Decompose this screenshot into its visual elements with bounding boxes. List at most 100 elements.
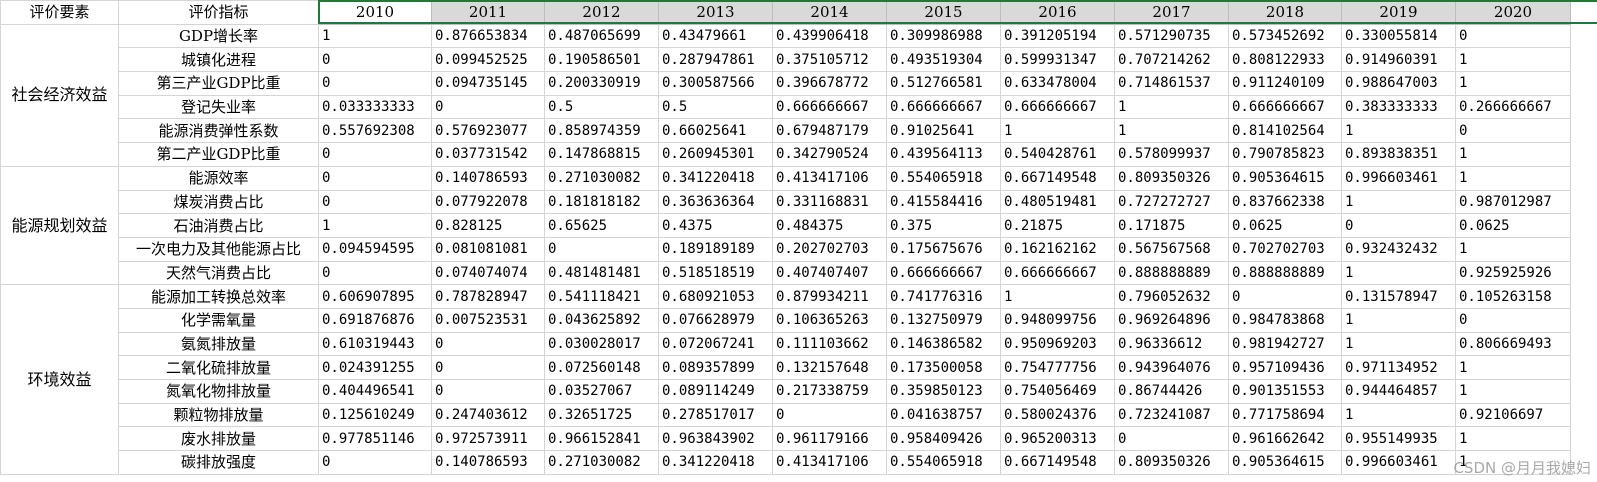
indicator-cell[interactable]: GDP增长率 <box>118 23 319 49</box>
value-cell[interactable]: 0.914960391 <box>1341 47 1456 73</box>
value-cell[interactable]: 0.972573911 <box>431 426 545 452</box>
value-cell[interactable]: 0.955149935 <box>1341 426 1456 452</box>
indicator-cell[interactable]: 石油消费占比 <box>118 213 319 238</box>
value-cell[interactable]: 1 <box>1114 118 1229 144</box>
value-cell[interactable]: 0.741776316 <box>886 284 1001 309</box>
value-cell[interactable]: 0.099452525 <box>431 47 545 73</box>
value-cell[interactable]: 1 <box>1455 355 1571 380</box>
header-year[interactable]: 2019 <box>1341 0 1456 25</box>
value-cell[interactable]: 0.787828947 <box>431 284 545 309</box>
value-cell[interactable]: 0.905364615 <box>1228 450 1342 475</box>
value-cell[interactable]: 1 <box>318 213 432 238</box>
value-cell[interactable]: 0.181818182 <box>544 189 659 215</box>
value-cell[interactable]: 0.809350326 <box>1114 450 1229 475</box>
value-cell[interactable]: 0.680921053 <box>658 284 773 309</box>
value-cell[interactable]: 0.707214262 <box>1114 47 1229 73</box>
value-cell[interactable]: 1 <box>1000 284 1115 309</box>
value-cell[interactable]: 0.439564113 <box>886 142 1001 167</box>
value-cell[interactable]: 0.106365263 <box>772 307 887 333</box>
value-cell[interactable]: 0.105263158 <box>1455 284 1571 309</box>
value-cell[interactable]: 0.837662338 <box>1228 189 1342 215</box>
value-cell[interactable]: 0 <box>1114 426 1229 452</box>
value-cell[interactable]: 0.996603461 <box>1341 165 1456 191</box>
value-cell[interactable]: 0.415584416 <box>886 189 1001 215</box>
value-cell[interactable]: 0.342790524 <box>772 142 887 167</box>
value-cell[interactable]: 0 <box>1455 23 1571 49</box>
value-cell[interactable]: 0 <box>1455 118 1571 144</box>
indicator-cell[interactable]: 天然气消费占比 <box>118 260 319 286</box>
value-cell[interactable]: 0.981942727 <box>1228 331 1342 357</box>
value-cell[interactable]: 0.754056469 <box>1000 379 1115 404</box>
value-cell[interactable]: 0.714861537 <box>1114 71 1229 96</box>
header-year[interactable]: 2012 <box>544 0 659 25</box>
value-cell[interactable]: 0.247403612 <box>431 402 545 428</box>
header-year[interactable]: 2017 <box>1114 0 1229 25</box>
value-cell[interactable]: 0.666666667 <box>772 94 887 120</box>
value-cell[interactable]: 0 <box>544 236 659 262</box>
indicator-cell[interactable]: 第三产业GDP比重 <box>118 71 319 96</box>
value-cell[interactable]: 0.667149548 <box>1000 450 1115 475</box>
header-factor[interactable]: 评价要素 <box>0 0 119 25</box>
value-cell[interactable]: 0 <box>772 402 887 428</box>
value-cell[interactable]: 0 <box>431 331 545 357</box>
value-cell[interactable]: 0.363636364 <box>658 189 773 215</box>
value-cell[interactable]: 0.965200313 <box>1000 426 1115 452</box>
value-cell[interactable]: 0.814102564 <box>1228 118 1342 144</box>
value-cell[interactable]: 0.888888889 <box>1228 260 1342 286</box>
value-cell[interactable]: 0.359850123 <box>886 379 1001 404</box>
value-cell[interactable]: 0.518518519 <box>658 260 773 286</box>
value-cell[interactable]: 0.132750979 <box>886 307 1001 333</box>
value-cell[interactable]: 0.094735145 <box>431 71 545 96</box>
indicator-cell[interactable]: 能源加工转换总效率 <box>118 284 319 309</box>
value-cell[interactable]: 0.413417106 <box>772 450 887 475</box>
value-cell[interactable]: 0 <box>1341 213 1456 238</box>
value-cell[interactable]: 0.407407407 <box>772 260 887 286</box>
value-cell[interactable]: 0.723241087 <box>1114 402 1229 428</box>
value-cell[interactable]: 0.404496541 <box>318 379 432 404</box>
value-cell[interactable]: 0.988647003 <box>1341 71 1456 96</box>
value-cell[interactable]: 0.484375 <box>772 213 887 238</box>
value-cell[interactable]: 0.300587566 <box>658 71 773 96</box>
value-cell[interactable]: 0.987012987 <box>1455 189 1571 215</box>
value-cell[interactable]: 0.828125 <box>431 213 545 238</box>
header-year[interactable]: 2015 <box>886 0 1001 25</box>
value-cell[interactable]: 1 <box>1341 260 1456 286</box>
value-cell[interactable]: 0.074074074 <box>431 260 545 286</box>
value-cell[interactable]: 0.911240109 <box>1228 71 1342 96</box>
header-year[interactable]: 2020 <box>1455 0 1571 25</box>
value-cell[interactable]: 1 <box>1341 331 1456 357</box>
value-cell[interactable]: 0.076628979 <box>658 307 773 333</box>
value-cell[interactable]: 0.932432432 <box>1341 236 1456 262</box>
value-cell[interactable]: 0.790785823 <box>1228 142 1342 167</box>
value-cell[interactable]: 0.146386582 <box>886 331 1001 357</box>
indicator-cell[interactable]: 废水排放量 <box>118 426 319 452</box>
indicator-cell[interactable]: 氨氮排放量 <box>118 331 319 357</box>
value-cell[interactable]: 0.413417106 <box>772 165 887 191</box>
value-cell[interactable]: 0.808122933 <box>1228 47 1342 73</box>
value-cell[interactable]: 0.072067241 <box>658 331 773 357</box>
value-cell[interactable]: 0.961179166 <box>772 426 887 452</box>
header-year[interactable]: 2010 <box>318 0 432 25</box>
value-cell[interactable]: 0.576923077 <box>431 118 545 144</box>
value-cell[interactable]: 0.190586501 <box>544 47 659 73</box>
value-cell[interactable]: 0.081081081 <box>431 236 545 262</box>
indicator-cell[interactable]: 煤炭消费占比 <box>118 189 319 215</box>
value-cell[interactable]: 0.666666667 <box>1000 260 1115 286</box>
value-cell[interactable]: 0.666666667 <box>1228 94 1342 120</box>
value-cell[interactable]: 0.287947861 <box>658 47 773 73</box>
value-cell[interactable]: 1 <box>1000 118 1115 144</box>
indicator-cell[interactable]: 化学需氧量 <box>118 307 319 333</box>
value-cell[interactable]: 0.578099937 <box>1114 142 1229 167</box>
header-year[interactable]: 2016 <box>1000 0 1115 25</box>
value-cell[interactable]: 0.03527067 <box>544 379 659 404</box>
value-cell[interactable]: 0.4375 <box>658 213 773 238</box>
value-cell[interactable]: 0.125610249 <box>318 402 432 428</box>
value-cell[interactable]: 0.888888889 <box>1114 260 1229 286</box>
value-cell[interactable]: 0.487065699 <box>544 23 659 49</box>
value-cell[interactable]: 0.072560148 <box>544 355 659 380</box>
value-cell[interactable]: 0.971134952 <box>1341 355 1456 380</box>
category-cell[interactable]: 环境效益 <box>0 284 119 475</box>
value-cell[interactable]: 0.957109436 <box>1228 355 1342 380</box>
value-cell[interactable]: 1 <box>1455 165 1571 191</box>
value-cell[interactable]: 0.958409426 <box>886 426 1001 452</box>
